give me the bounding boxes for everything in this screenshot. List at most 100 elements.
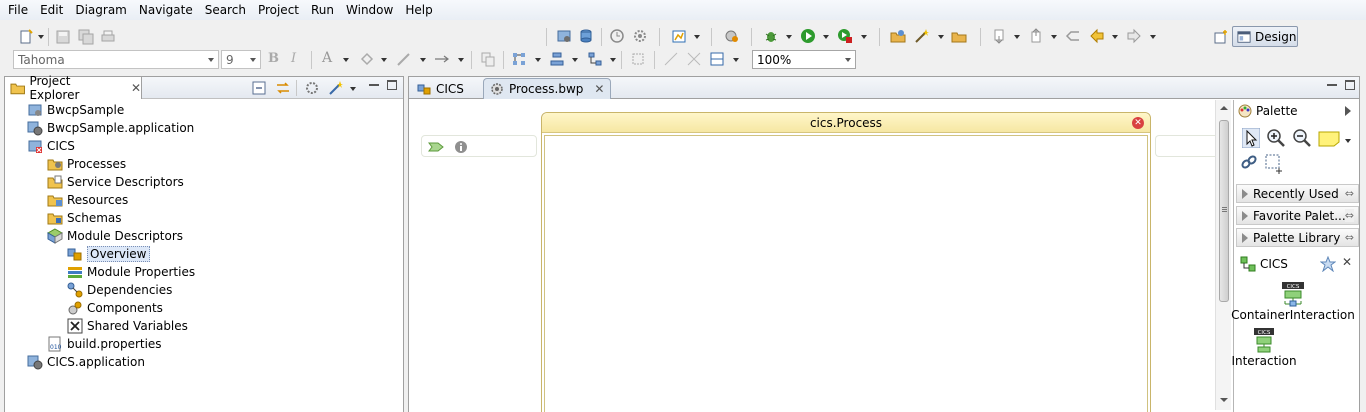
palette-collapse-icon[interactable] — [1345, 106, 1351, 116]
zoom-in-icon[interactable] — [1266, 128, 1286, 148]
tree-item[interactable]: BwcpSample.application — [27, 119, 194, 137]
tree-item[interactable]: Dependencies — [67, 281, 172, 299]
process-title-bar[interactable]: cics.Process ✕ — [542, 113, 1150, 133]
font-family-select[interactable]: Tahoma — [13, 50, 219, 69]
print-icon[interactable] — [100, 29, 116, 45]
scrollbar-thumb[interactable] — [1219, 120, 1229, 302]
menu-navigate[interactable]: Navigate — [133, 0, 199, 20]
start-event-lane[interactable] — [421, 135, 537, 157]
compartment-dropdown-icon[interactable] — [733, 58, 739, 62]
select-tool-icon[interactable] — [1242, 128, 1260, 148]
run-icon[interactable] — [800, 28, 816, 44]
back-dropdown-icon[interactable] — [1112, 35, 1118, 39]
bold-icon[interactable]: B — [268, 51, 284, 67]
copy-appearance-icon[interactable] — [480, 51, 496, 67]
menu-run[interactable]: Run — [305, 0, 340, 20]
italic-icon[interactable]: I — [291, 51, 307, 67]
tab-process-bwp[interactable]: Process.bwp ✕ — [483, 78, 611, 99]
new-icon[interactable] — [18, 29, 34, 45]
save-all-icon[interactable] — [78, 29, 94, 45]
menu-edit[interactable]: Edit — [34, 0, 69, 20]
run-dropdown-icon[interactable] — [823, 35, 829, 39]
forward-icon[interactable] — [1126, 28, 1142, 44]
open-perspective-icon[interactable] — [1213, 29, 1229, 45]
note-icon[interactable] — [1318, 131, 1340, 147]
zoom-select[interactable]: 100% — [752, 50, 856, 69]
font-size-select[interactable]: 9 — [221, 50, 261, 69]
tree-item[interactable]: 010 build.properties — [47, 335, 162, 353]
new-dropdown-icon[interactable] — [38, 35, 44, 39]
start-arrow-icon[interactable] — [428, 141, 444, 153]
pin-icon[interactable]: ⇔ — [1345, 231, 1354, 244]
external-tools-icon[interactable] — [837, 28, 853, 44]
info-icon[interactable] — [454, 140, 468, 154]
drawer-palette-library[interactable]: Palette Library ⇔ — [1236, 228, 1359, 247]
filter-gear-icon[interactable] — [305, 81, 319, 95]
drawer-recently-used[interactable]: Recently Used ⇔ — [1236, 184, 1359, 203]
font-color-dropdown-icon[interactable] — [343, 58, 349, 62]
wand-icon[interactable] — [914, 28, 930, 44]
menu-file[interactable]: File — [2, 0, 34, 20]
process-container[interactable]: cics.Process ✕ — [541, 112, 1151, 412]
palette-entry-container-interaction[interactable]: CICS ContainerInteraction — [1231, 282, 1355, 322]
project-explorer-tab[interactable]: Project Explorer ✕ — [5, 74, 142, 102]
compartment-icon[interactable] — [709, 51, 725, 67]
layout-dropdown-icon[interactable] — [694, 35, 700, 39]
process-canvas[interactable]: cics.Process ✕ — [409, 100, 1231, 412]
note-dropdown-icon[interactable] — [1345, 139, 1351, 143]
tree-item[interactable]: Schemas — [47, 209, 122, 227]
remove-bendpoints-icon[interactable] — [686, 51, 702, 67]
save-icon[interactable] — [55, 29, 71, 45]
close-icon[interactable]: ✕ — [1342, 255, 1352, 269]
pin-icon[interactable]: ⇔ — [1345, 187, 1354, 200]
line-style-dropdown-icon[interactable] — [458, 58, 464, 62]
fill-color-icon[interactable] — [359, 51, 375, 67]
drawer-favorite-palette[interactable]: Favorite Palet... ⇔ — [1236, 206, 1359, 225]
font-color-icon[interactable]: A — [322, 50, 338, 66]
prev-annotation-icon[interactable] — [1028, 28, 1044, 44]
align-icon[interactable] — [549, 51, 565, 67]
back-icon[interactable] — [1089, 28, 1105, 44]
wand-dropdown-icon[interactable] — [938, 35, 944, 39]
close-icon[interactable]: ✕ — [131, 81, 141, 95]
line-color-dropdown-icon[interactable] — [420, 58, 426, 62]
prev-annotation-dropdown-icon[interactable] — [1051, 35, 1057, 39]
tree-item[interactable]: Service Descriptors — [47, 173, 184, 191]
arrange-dropdown-icon[interactable] — [535, 58, 541, 62]
canvas-vertical-scrollbar[interactable] — [1215, 100, 1231, 410]
database-icon[interactable] — [578, 28, 594, 44]
design-perspective-button[interactable]: Design — [1232, 26, 1298, 47]
tree-item[interactable]: Processes — [47, 155, 126, 173]
auto-size-icon[interactable] — [630, 51, 646, 67]
last-edit-icon[interactable] — [1065, 28, 1081, 44]
tree-item[interactable]: Resources — [47, 191, 128, 209]
tab-cics[interactable]: CICS — [411, 78, 483, 99]
layout-icon[interactable] — [671, 28, 687, 44]
arrange-all-icon[interactable] — [511, 51, 527, 67]
menu-search[interactable]: Search — [199, 0, 252, 20]
menu-help[interactable]: Help — [399, 0, 438, 20]
tree-item[interactable]: Shared Variables — [67, 317, 188, 335]
distribute-icon[interactable] — [587, 51, 603, 67]
tree-item[interactable]: Module Properties — [67, 263, 195, 281]
minimize-icon[interactable] — [1327, 81, 1337, 86]
tree-item[interactable]: CICS.application — [27, 353, 145, 371]
process-body[interactable] — [544, 135, 1148, 412]
palette-entry-interaction[interactable]: CICS Interaction — [1231, 328, 1297, 368]
settings-gear-icon[interactable] — [632, 28, 648, 44]
forward-dropdown-icon[interactable] — [1150, 35, 1156, 39]
link-tool-icon[interactable] — [1240, 154, 1258, 170]
open-folder-icon[interactable] — [951, 28, 967, 44]
tree-item[interactable]: Module Descriptors — [47, 227, 183, 245]
menu-diagram[interactable]: Diagram — [69, 0, 133, 20]
tree-item[interactable]: Overview — [67, 245, 150, 263]
view-menu-icon[interactable] — [350, 87, 356, 91]
fill-color-dropdown-icon[interactable] — [381, 58, 387, 62]
favorite-star-icon[interactable] — [1320, 256, 1336, 272]
external-tools-dropdown-icon[interactable] — [861, 35, 867, 39]
error-close-icon[interactable]: ✕ — [1132, 117, 1144, 129]
menu-project[interactable]: Project — [252, 0, 305, 20]
link-with-editor-icon[interactable] — [275, 81, 291, 95]
wizard-icon[interactable] — [328, 80, 344, 96]
pin-icon[interactable]: ⇔ — [1344, 209, 1354, 222]
